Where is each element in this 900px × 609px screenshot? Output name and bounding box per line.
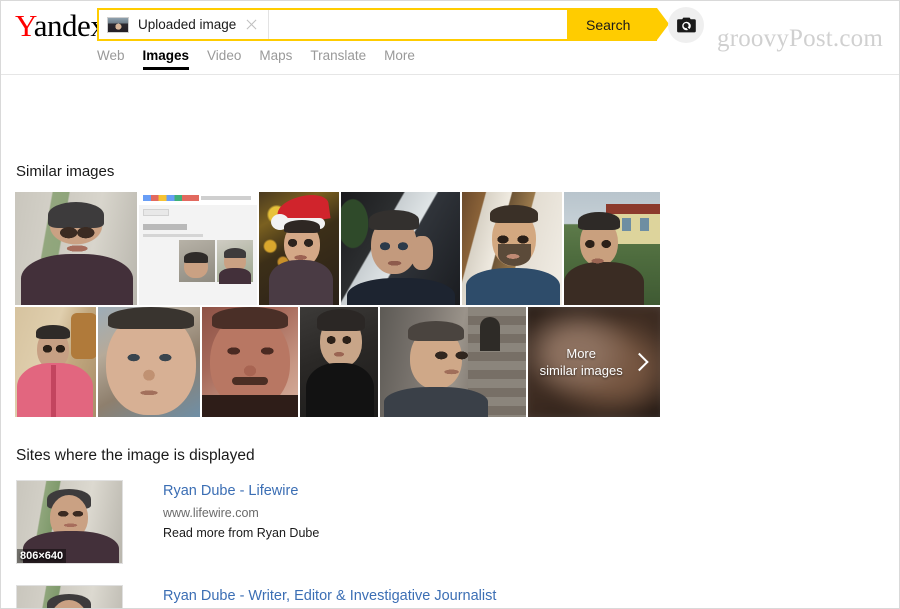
close-icon[interactable] <box>244 17 259 32</box>
uploaded-image-thumbnail <box>107 17 129 33</box>
site-description: Read more from Ryan Dube <box>163 524 783 542</box>
tab-images[interactable]: Images <box>143 48 190 70</box>
search-input[interactable] <box>269 10 567 39</box>
similar-image-tile[interactable] <box>98 307 201 417</box>
similar-images-heading: Similar images <box>16 163 114 180</box>
yandex-logo[interactable]: Yandex <box>15 9 105 43</box>
similar-image-tile[interactable] <box>462 192 563 305</box>
tab-video[interactable]: Video <box>207 48 241 70</box>
site-result: 806×640 Ryan Dube - Lifewire www.lifewir… <box>16 480 123 564</box>
similar-image-tile[interactable] <box>564 192 660 305</box>
nav-tabs: Web Images Video Maps Translate More <box>97 48 415 70</box>
uploaded-image-chip: Uploaded image <box>99 10 269 39</box>
site-result-text: Ryan Dube - Writer, Editor & Investigati… <box>163 587 783 609</box>
site-result-text: Ryan Dube - Lifewire www.lifewire.com Re… <box>163 482 783 542</box>
uploaded-image-label: Uploaded image <box>138 17 236 32</box>
site-url: www.lifewire.com <box>163 504 783 522</box>
similar-image-tile[interactable] <box>380 307 527 417</box>
site-title-link[interactable]: Ryan Dube - Lifewire <box>163 482 298 501</box>
more-label-line2: similar images <box>528 362 634 379</box>
similar-image-tile[interactable] <box>202 307 298 417</box>
yandex-image-search-page: Yandex Uploaded image Search Web <box>0 0 900 609</box>
logo-text-rest: andex <box>34 8 106 43</box>
tab-more[interactable]: More <box>384 48 415 70</box>
camera-search-button[interactable] <box>668 7 704 43</box>
watermark: groovyPost.com <box>717 25 883 53</box>
search-button[interactable]: Search <box>569 8 657 41</box>
tab-maps[interactable]: Maps <box>259 48 292 70</box>
similar-images-row: More similar images <box>15 307 660 417</box>
site-result: 768×605 Ryan Dube - Writer, Editor & Inv… <box>16 585 123 609</box>
similar-image-tile[interactable] <box>259 192 339 305</box>
site-thumbnail[interactable]: 768×605 <box>16 585 123 609</box>
search-bar: Uploaded image <box>97 8 569 41</box>
more-similar-images-label: More similar images <box>528 345 634 379</box>
similar-image-tile[interactable] <box>300 307 378 417</box>
similar-image-tile[interactable] <box>15 192 137 305</box>
more-similar-images-tile[interactable]: More similar images <box>528 307 660 417</box>
similar-image-tile[interactable] <box>341 192 460 305</box>
site-thumbnail[interactable]: 806×640 <box>16 480 123 564</box>
thumbnail-dimensions: 806×640 <box>17 549 66 563</box>
tab-translate[interactable]: Translate <box>310 48 366 70</box>
similar-image-tile[interactable] <box>139 192 258 305</box>
logo-letter-y: Y <box>15 8 34 43</box>
similar-image-tile[interactable] <box>15 307 96 417</box>
tab-web[interactable]: Web <box>97 48 125 70</box>
more-label-line1: More <box>528 345 634 362</box>
similar-images-row <box>15 192 660 305</box>
sites-heading: Sites where the image is displayed <box>16 447 255 465</box>
similar-images-grid: More similar images <box>15 192 660 417</box>
site-title-link[interactable]: Ryan Dube - Writer, Editor & Investigati… <box>163 587 496 606</box>
